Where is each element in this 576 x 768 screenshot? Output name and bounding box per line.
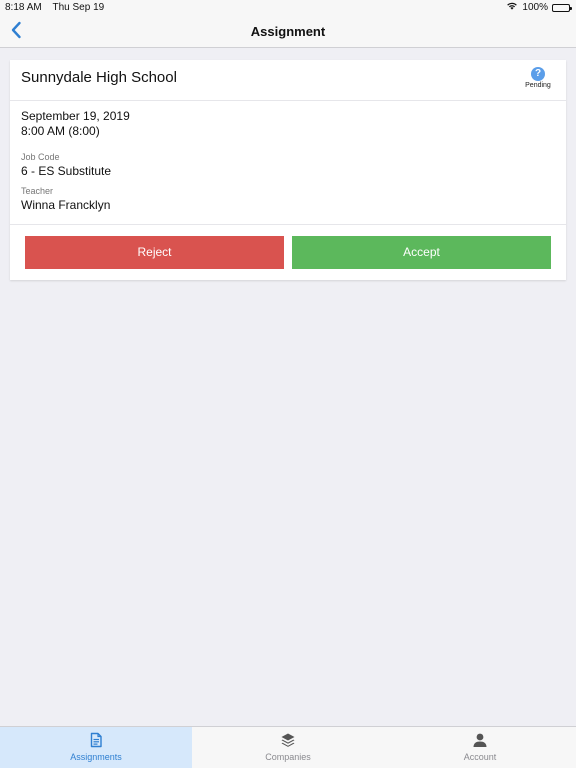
status-bar: 8:18 AM Thu Sep 19 100% bbox=[0, 0, 576, 16]
teacher-label: Teacher bbox=[21, 186, 54, 196]
status-left: 8:18 AM Thu Sep 19 bbox=[5, 0, 104, 16]
job-code-label: Job Code bbox=[21, 152, 60, 162]
status-indicator[interactable]: ? Pending bbox=[521, 67, 555, 89]
assignment-card: Sunnydale High School ? Pending Septembe… bbox=[10, 60, 566, 280]
card-actions: Reject Accept bbox=[10, 225, 566, 281]
card-header: Sunnydale High School ? Pending bbox=[10, 60, 566, 101]
status-date: Thu Sep 19 bbox=[52, 2, 105, 13]
tab-bar: Assignments Companies Account bbox=[0, 726, 576, 768]
tab-label-account: Account bbox=[463, 752, 497, 762]
status-time: 8:18 AM bbox=[5, 2, 42, 13]
tab-account[interactable]: Account bbox=[384, 727, 576, 768]
school-name: Sunnydale High School bbox=[21, 69, 177, 86]
tab-label-assignments: Assignments bbox=[70, 752, 122, 762]
tab-label-companies: Companies bbox=[265, 752, 311, 762]
navigation-bar: Assignment bbox=[0, 16, 576, 48]
person-icon bbox=[472, 732, 488, 748]
document-icon bbox=[88, 732, 104, 748]
layers-icon bbox=[280, 732, 296, 748]
reject-button[interactable]: Reject bbox=[25, 236, 284, 269]
battery-icon bbox=[552, 4, 572, 12]
status-label: Pending bbox=[525, 82, 551, 89]
tab-companies[interactable]: Companies bbox=[192, 727, 384, 768]
card-body: September 19, 2019 8:00 AM (8:00) Job Co… bbox=[10, 101, 566, 225]
teacher-value: Winna Francklyn bbox=[21, 198, 111, 212]
page-title: Assignment bbox=[250, 24, 326, 39]
tab-assignments[interactable]: Assignments bbox=[0, 727, 192, 768]
help-icon[interactable]: ? bbox=[531, 67, 545, 81]
wifi-icon bbox=[506, 0, 518, 16]
status-right: 100% bbox=[506, 0, 572, 16]
assignment-date: September 19, 2019 bbox=[21, 109, 130, 123]
battery-percent: 100% bbox=[522, 2, 548, 13]
assignment-time: 8:00 AM (8:00) bbox=[21, 124, 100, 138]
job-code-value: 6 - ES Substitute bbox=[21, 164, 112, 178]
accept-button[interactable]: Accept bbox=[292, 236, 551, 269]
